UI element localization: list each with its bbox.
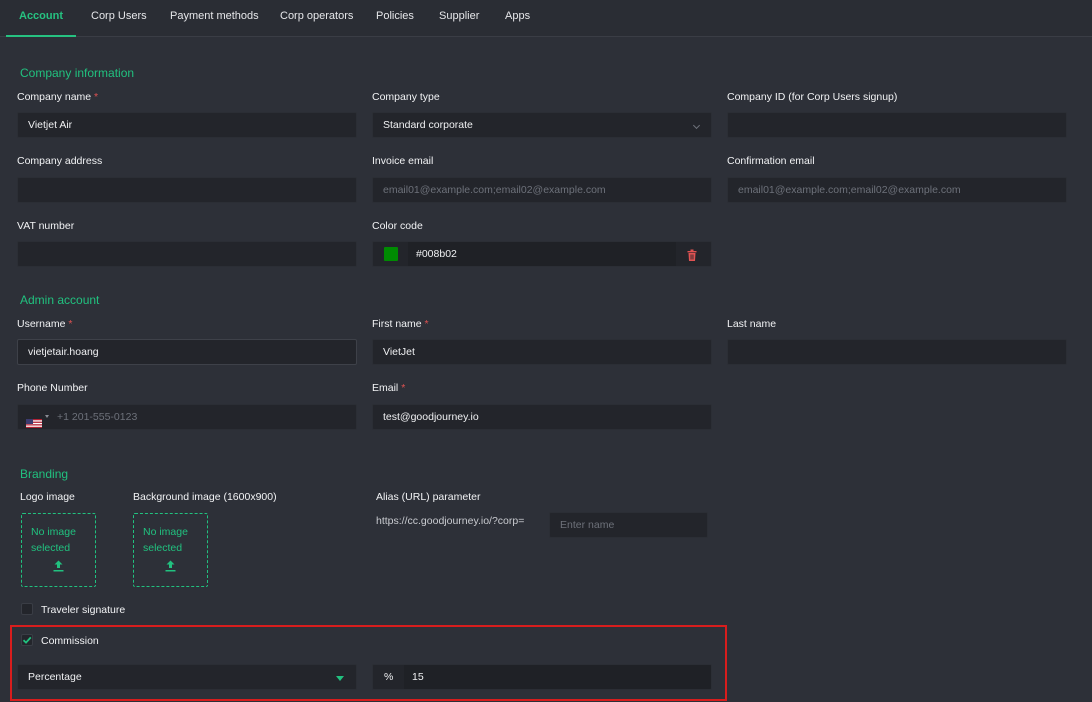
phone-number-field: +1 201-555-0123 — [17, 404, 357, 430]
first-name-label-text: First name — [372, 318, 422, 330]
background-upload-box[interactable]: No image selected — [133, 513, 208, 587]
alias-parameter-label: Alias (URL) parameter — [376, 491, 481, 503]
confirmation-email-label: Confirmation email — [727, 155, 815, 167]
company-name-input[interactable]: Vietjet Air — [17, 112, 357, 138]
company-type-value: Standard corporate — [383, 119, 473, 131]
username-label: Username * — [17, 318, 72, 330]
color-code-label: Color code — [372, 220, 423, 232]
logo-image-label: Logo image — [20, 491, 75, 503]
company-name-label-text: Company name — [17, 91, 92, 103]
color-code-field: #008b02 — [372, 241, 712, 267]
background-image-label: Background image (1600x900) — [133, 491, 277, 503]
commission-type-select[interactable]: Percentage — [17, 664, 357, 690]
tab-bar: Account Corp Users Payment methods Corp … — [0, 0, 1092, 37]
chevron-down-icon — [45, 415, 49, 418]
company-section-title: Company information — [20, 66, 135, 80]
check-icon — [22, 636, 32, 644]
phone-number-label: Phone Number — [17, 382, 88, 394]
email-input[interactable]: test@goodjourney.io — [372, 404, 712, 430]
first-name-input[interactable]: VietJet — [372, 339, 712, 365]
percent-unit: % — [384, 671, 394, 683]
no-image-text: No image — [31, 526, 76, 538]
selected-text: selected — [143, 542, 183, 554]
tab-payment-methods[interactable]: Payment methods — [170, 0, 259, 37]
us-flag-icon[interactable] — [26, 413, 42, 429]
vat-number-label: VAT number — [17, 220, 75, 232]
company-address-label: Company address — [17, 155, 103, 167]
commission-checkbox[interactable] — [21, 634, 33, 646]
company-type-select[interactable]: Standard corporate — [372, 112, 712, 138]
commission-value-field: % 15 — [372, 664, 712, 690]
username-input[interactable]: vietjetair.hoang — [17, 339, 357, 365]
company-address-input[interactable] — [17, 177, 357, 203]
trash-icon[interactable] — [686, 247, 698, 266]
email-label-text: Email — [372, 382, 399, 394]
required-mark: * — [401, 382, 406, 394]
color-code-input[interactable]: #008b02 — [408, 242, 676, 266]
company-type-label: Company type — [372, 91, 440, 103]
required-mark: * — [424, 318, 429, 330]
upload-icon — [165, 560, 176, 577]
tab-account[interactable]: Account — [6, 0, 76, 37]
required-mark: * — [68, 318, 73, 330]
traveler-signature-label: Traveler signature — [41, 604, 126, 616]
email-label: Email * — [372, 382, 405, 394]
chevron-down-icon — [336, 676, 344, 681]
invoice-email-label: Invoice email — [372, 155, 434, 167]
tab-policies[interactable]: Policies — [376, 0, 414, 37]
color-swatch[interactable] — [384, 247, 398, 261]
company-id-input[interactable] — [727, 112, 1067, 138]
traveler-signature-checkbox[interactable] — [21, 603, 33, 615]
alias-url-prefix: https://cc.goodjourney.io/?corp= — [376, 515, 525, 527]
commission-label: Commission — [41, 635, 99, 647]
vat-number-input[interactable] — [17, 241, 357, 267]
commission-value-input[interactable]: 15 — [404, 665, 711, 689]
tab-corp-operators[interactable]: Corp operators — [280, 0, 353, 37]
chevron-down-icon — [692, 121, 701, 130]
confirmation-email-input[interactable]: email01@example.com;email02@example.com — [727, 177, 1067, 203]
phone-number-input[interactable]: +1 201-555-0123 — [57, 405, 137, 429]
upload-icon — [53, 560, 64, 577]
company-name-label: Company name * — [17, 91, 98, 103]
alias-name-input[interactable]: Enter name — [549, 512, 708, 538]
branding-section-title: Branding — [20, 467, 69, 481]
logo-upload-box[interactable]: No image selected — [21, 513, 96, 587]
first-name-label: First name * — [372, 318, 429, 330]
no-image-text: No image — [143, 526, 188, 538]
selected-text: selected — [31, 542, 71, 554]
last-name-input[interactable] — [727, 339, 1067, 365]
invoice-email-input[interactable]: email01@example.com;email02@example.com — [372, 177, 712, 203]
commission-type-value: Percentage — [28, 671, 82, 683]
tab-corp-users[interactable]: Corp Users — [91, 0, 147, 37]
tab-apps[interactable]: Apps — [505, 0, 530, 37]
company-id-label: Company ID (for Corp Users signup) — [727, 91, 898, 103]
last-name-label: Last name — [727, 318, 777, 330]
tab-supplier[interactable]: Supplier — [439, 0, 479, 37]
admin-section-title: Admin account — [20, 293, 100, 307]
required-mark: * — [94, 91, 99, 103]
username-label-text: Username — [17, 318, 66, 330]
